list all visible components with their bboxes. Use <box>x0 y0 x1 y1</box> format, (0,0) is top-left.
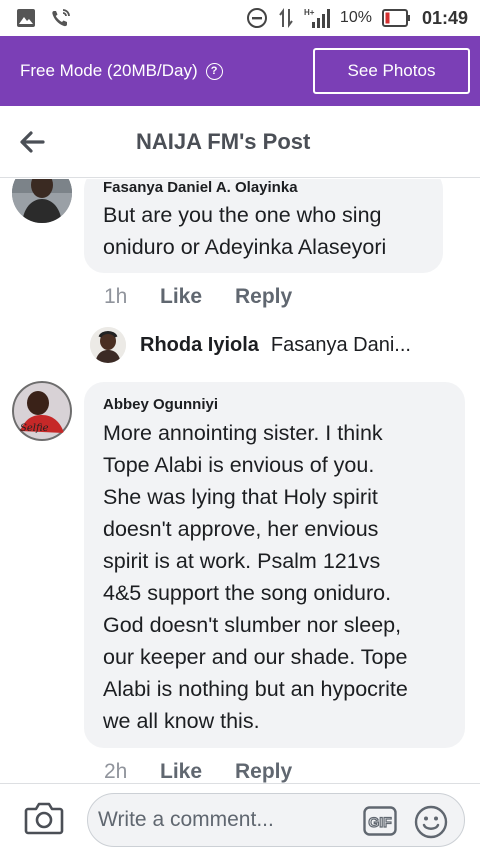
comment-bubble[interactable]: Abbey Ogunniyi More annointing sister. I… <box>84 382 465 748</box>
comment-text-line: More annointing sister. I think <box>103 421 383 445</box>
free-mode-banner: Free Mode (20MB/Day) ? See Photos <box>0 36 480 106</box>
reply-button[interactable]: Reply <box>235 760 292 783</box>
comment-bubble[interactable]: Fasanya Daniel A. Olayinka But are you t… <box>84 179 443 273</box>
free-mode-label: Free Mode (20MB/Day) <box>20 61 198 80</box>
reply-author[interactable]: Rhoda Iyiola <box>140 334 259 357</box>
avatar[interactable] <box>90 327 126 363</box>
comment-text-line: oniduro or Adeyinka Alaseyori <box>103 235 387 259</box>
comment-actions: 1h Like Reply <box>104 285 292 309</box>
comment-text-line: 4&5 support the song oniduro. <box>103 581 392 605</box>
comment-text-line: our keeper and our shade. Tope <box>103 645 408 669</box>
comment-text-line: But are you the one who sing <box>103 203 382 227</box>
back-arrow-icon[interactable] <box>0 106 64 178</box>
clock: 01:49 <box>421 7 468 28</box>
comment-text-line: spirit is at work. Psalm 121vs <box>103 549 381 573</box>
comment-text-line: we all know this. <box>103 709 260 733</box>
page-title: NAIJA FM's Post <box>136 128 311 154</box>
comment-time: 1h <box>104 285 128 308</box>
dnd-icon <box>246 7 268 29</box>
comment-text: More annointing sister. I think Tope Ala… <box>103 417 408 737</box>
emoji-icon[interactable] <box>414 805 448 839</box>
comment-time: 2h <box>104 760 128 783</box>
signal-icon: H+ <box>304 7 330 29</box>
status-bar: H+ 10% 01:49 <box>0 0 480 36</box>
comment-author[interactable]: Abbey Ogunniyi <box>103 396 218 413</box>
reply-button[interactable]: Reply <box>235 285 292 309</box>
battery-icon <box>381 9 412 27</box>
free-mode-info[interactable]: Free Mode (20MB/Day) ? <box>20 61 223 81</box>
data-transfer-icon <box>278 7 294 29</box>
comment-input[interactable] <box>98 802 348 838</box>
avatar[interactable]: Selfie <box>12 381 72 441</box>
see-photos-button[interactable]: See Photos <box>313 48 470 94</box>
comment-box[interactable]: GIF <box>87 793 465 847</box>
comment-text-line: Alabi is nothing but an hypocrite <box>103 677 408 701</box>
comment-composer: GIF <box>0 783 480 854</box>
post-header: NAIJA FM's Post <box>0 106 480 178</box>
gif-icon[interactable]: GIF <box>363 806 397 836</box>
reply-text: Fasanya Dani... <box>270 333 411 356</box>
battery-percent: 10% <box>339 9 372 26</box>
wifi-call-icon <box>50 8 72 28</box>
comments-list: Fasanya Daniel A. Olayinka But are you t… <box>0 179 480 783</box>
comment-text-line: God doesn't slumber nor sleep, <box>103 613 402 637</box>
gallery-icon <box>16 8 36 28</box>
comment-text-line: She was lying that Holy spirit <box>103 485 378 509</box>
svg-text:Selfie: Selfie <box>20 423 49 434</box>
svg-text:H+: H+ <box>304 8 315 17</box>
reply-preview[interactable]: Rhoda Iyiola Fasanya Dani... <box>90 327 480 363</box>
comment-actions: 2h Like Reply <box>104 760 292 783</box>
question-icon[interactable]: ? <box>205 62 223 80</box>
like-button[interactable]: Like <box>160 760 235 783</box>
svg-text:GIF: GIF <box>368 814 392 830</box>
comment-text-line: doesn't approve, her envious <box>103 517 379 541</box>
like-button[interactable]: Like <box>160 285 235 309</box>
avatar[interactable] <box>12 179 72 223</box>
camera-icon[interactable] <box>24 800 64 836</box>
comment-author[interactable]: Fasanya Daniel A. Olayinka <box>103 179 298 196</box>
comment-text-line: Tope Alabi is envious of you. <box>103 453 375 477</box>
